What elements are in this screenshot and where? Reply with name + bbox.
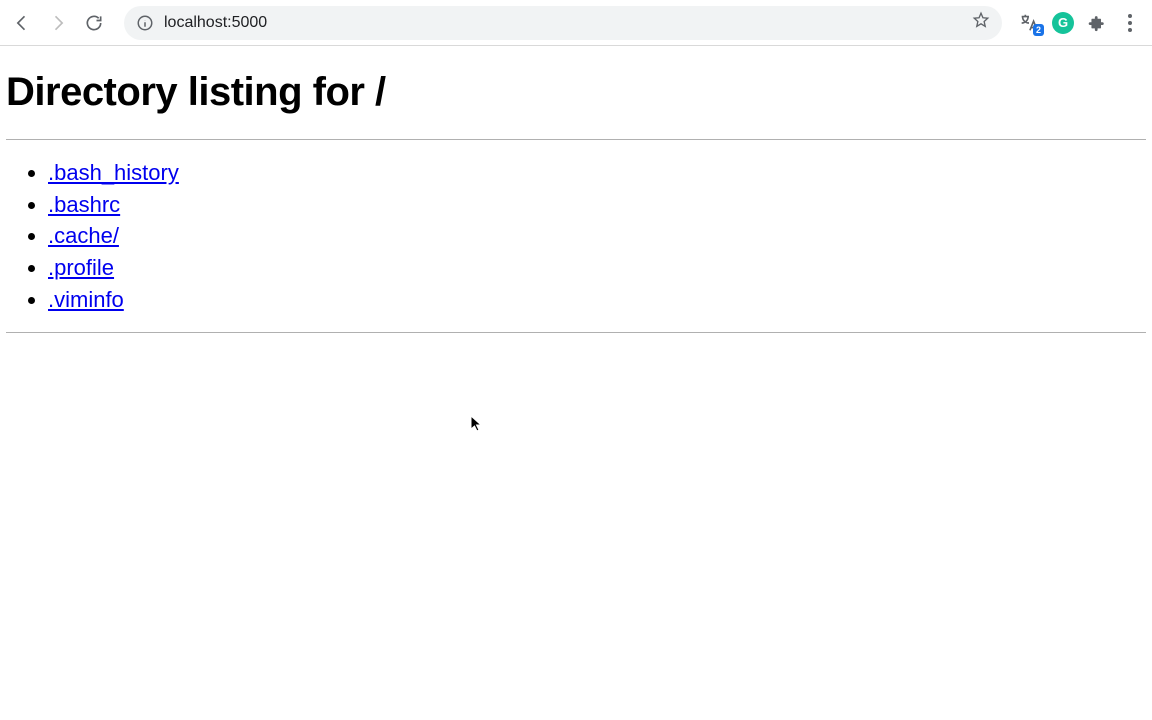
translate-badge: 2 bbox=[1033, 24, 1044, 36]
page-content: Directory listing for / .bash_history .b… bbox=[0, 46, 1152, 333]
toolbar-right: 2 G bbox=[1018, 9, 1144, 37]
list-item: .bash_history bbox=[48, 158, 1146, 188]
mouse-cursor-icon bbox=[470, 415, 484, 433]
reload-button[interactable] bbox=[80, 9, 108, 37]
list-item: .cache/ bbox=[48, 221, 1146, 251]
star-icon bbox=[972, 11, 990, 29]
dot-icon bbox=[1128, 14, 1132, 18]
dot-icon bbox=[1128, 21, 1132, 25]
browser-toolbar: localhost:5000 2 G bbox=[0, 0, 1152, 46]
directory-list: .bash_history .bashrc .cache/ .profile .… bbox=[48, 158, 1146, 314]
grammarly-initial: G bbox=[1058, 15, 1068, 30]
divider bbox=[6, 139, 1146, 140]
forward-button[interactable] bbox=[44, 9, 72, 37]
file-link[interactable]: .viminfo bbox=[48, 287, 124, 312]
list-item: .profile bbox=[48, 253, 1146, 283]
list-item: .viminfo bbox=[48, 285, 1146, 315]
grammarly-extension-icon[interactable]: G bbox=[1052, 12, 1074, 34]
reload-icon bbox=[84, 13, 104, 33]
extensions-button[interactable] bbox=[1086, 12, 1108, 34]
puzzle-icon bbox=[1087, 13, 1107, 33]
file-link[interactable]: .profile bbox=[48, 255, 114, 280]
bookmark-button[interactable] bbox=[972, 11, 990, 34]
arrow-left-icon bbox=[12, 13, 32, 33]
url-text: localhost:5000 bbox=[164, 14, 962, 32]
file-link[interactable]: .bashrc bbox=[48, 192, 120, 217]
address-bar[interactable]: localhost:5000 bbox=[124, 6, 1002, 40]
site-info-icon[interactable] bbox=[136, 14, 154, 32]
arrow-right-icon bbox=[48, 13, 68, 33]
page-title: Directory listing for / bbox=[0, 46, 1152, 139]
back-button[interactable] bbox=[8, 9, 36, 37]
dot-icon bbox=[1128, 28, 1132, 32]
file-link[interactable]: .bash_history bbox=[48, 160, 179, 185]
browser-menu-button[interactable] bbox=[1120, 9, 1140, 37]
list-item: .bashrc bbox=[48, 190, 1146, 220]
file-link[interactable]: .cache/ bbox=[48, 223, 119, 248]
divider bbox=[6, 332, 1146, 333]
translate-extension-icon[interactable]: 2 bbox=[1018, 12, 1040, 34]
